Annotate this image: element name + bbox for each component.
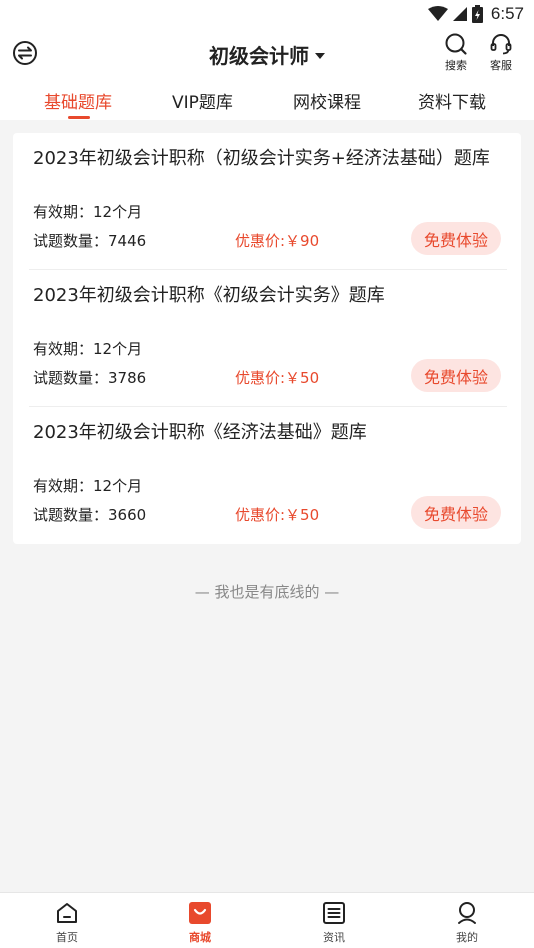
tab-online-courses[interactable]: 网校课程 [293,88,361,113]
nav-news[interactable]: 资讯 [304,901,364,945]
product-title: 2023年初级会计职称《经济法基础》题库 [33,422,367,443]
search-button[interactable]: 搜索 [438,32,474,73]
tab-materials-download[interactable]: 资料下载 [418,88,486,113]
battery-icon [471,5,483,23]
header: 初级会计师 搜索 客服 [0,28,534,78]
product-item[interactable]: 2023年初级会计职称《初级会计实务》题库 有效期：12个月 试题数量：3786… [13,270,521,407]
tab-basic-bank[interactable]: 基础题库 [44,88,112,113]
nav-news-label: 资讯 [323,931,345,944]
nav-mine-label: 我的 [456,931,478,944]
home-icon [57,903,77,923]
question-count: 试题数量：3786 [33,369,147,387]
wifi-icon [427,6,448,21]
bottom-nav: 首页 商城 资讯 我的 [0,892,534,948]
product-title: 2023年初级会计职称《初级会计实务》题库 [33,285,385,306]
page-title: 初级会计师 [209,44,309,68]
product-validity: 有效期：12个月 [33,477,143,495]
status-time: 6:57 [490,4,524,23]
status-bar: 6:57 [0,0,534,28]
service-label: 客服 [490,59,512,72]
end-of-list-note: — 我也是有底线的 — [194,583,340,601]
discount-price: 优惠价:￥50 [235,506,320,524]
question-count: 试题数量：3660 [33,506,147,524]
discount-price: 优惠价:￥50 [235,369,320,387]
product-validity: 有效期：12个月 [33,340,143,358]
caret-down-icon [315,52,325,59]
free-trial-button[interactable]: 免费体验 [411,496,501,529]
nav-home[interactable]: 首页 [37,901,97,945]
product-title: 2023年初级会计职称（初级会计实务+经济法基础）题库 [33,148,490,169]
nav-mine[interactable]: 我的 [437,901,497,945]
signal-icon [452,7,467,21]
product-item[interactable]: 2023年初级会计职称（初级会计实务+经济法基础）题库 有效期：12个月 试题数… [13,133,521,270]
free-trial-button[interactable]: 免费体验 [411,222,501,255]
shop-bag-icon [189,902,211,924]
search-icon [445,33,467,55]
nav-shop[interactable]: 商城 [170,901,230,945]
status-icons: 6:57 [427,3,524,25]
tab-vip-bank[interactable]: VIP题库 [172,88,233,113]
product-item[interactable]: 2023年初级会计职称《经济法基础》题库 有效期：12个月 试题数量：3660 … [13,407,521,544]
search-label: 搜索 [445,59,467,72]
question-count: 试题数量：7446 [33,232,147,250]
news-icon [323,902,345,924]
nav-home-label: 首页 [56,931,78,944]
free-trial-button[interactable]: 免费体验 [411,359,501,392]
headset-icon [490,34,512,55]
product-validity: 有效期：12个月 [33,203,143,221]
category-tabs: 基础题库 VIP题库 网校课程 资料下载 [0,80,534,120]
nav-shop-label: 商城 [189,931,211,944]
active-tab-indicator [68,116,90,119]
discount-price: 优惠价:￥90 [235,232,320,250]
customer-service-button[interactable]: 客服 [483,32,519,73]
product-list: 2023年初级会计职称（初级会计实务+经济法基础）题库 有效期：12个月 试题数… [13,133,521,544]
profile-icon [458,902,476,924]
